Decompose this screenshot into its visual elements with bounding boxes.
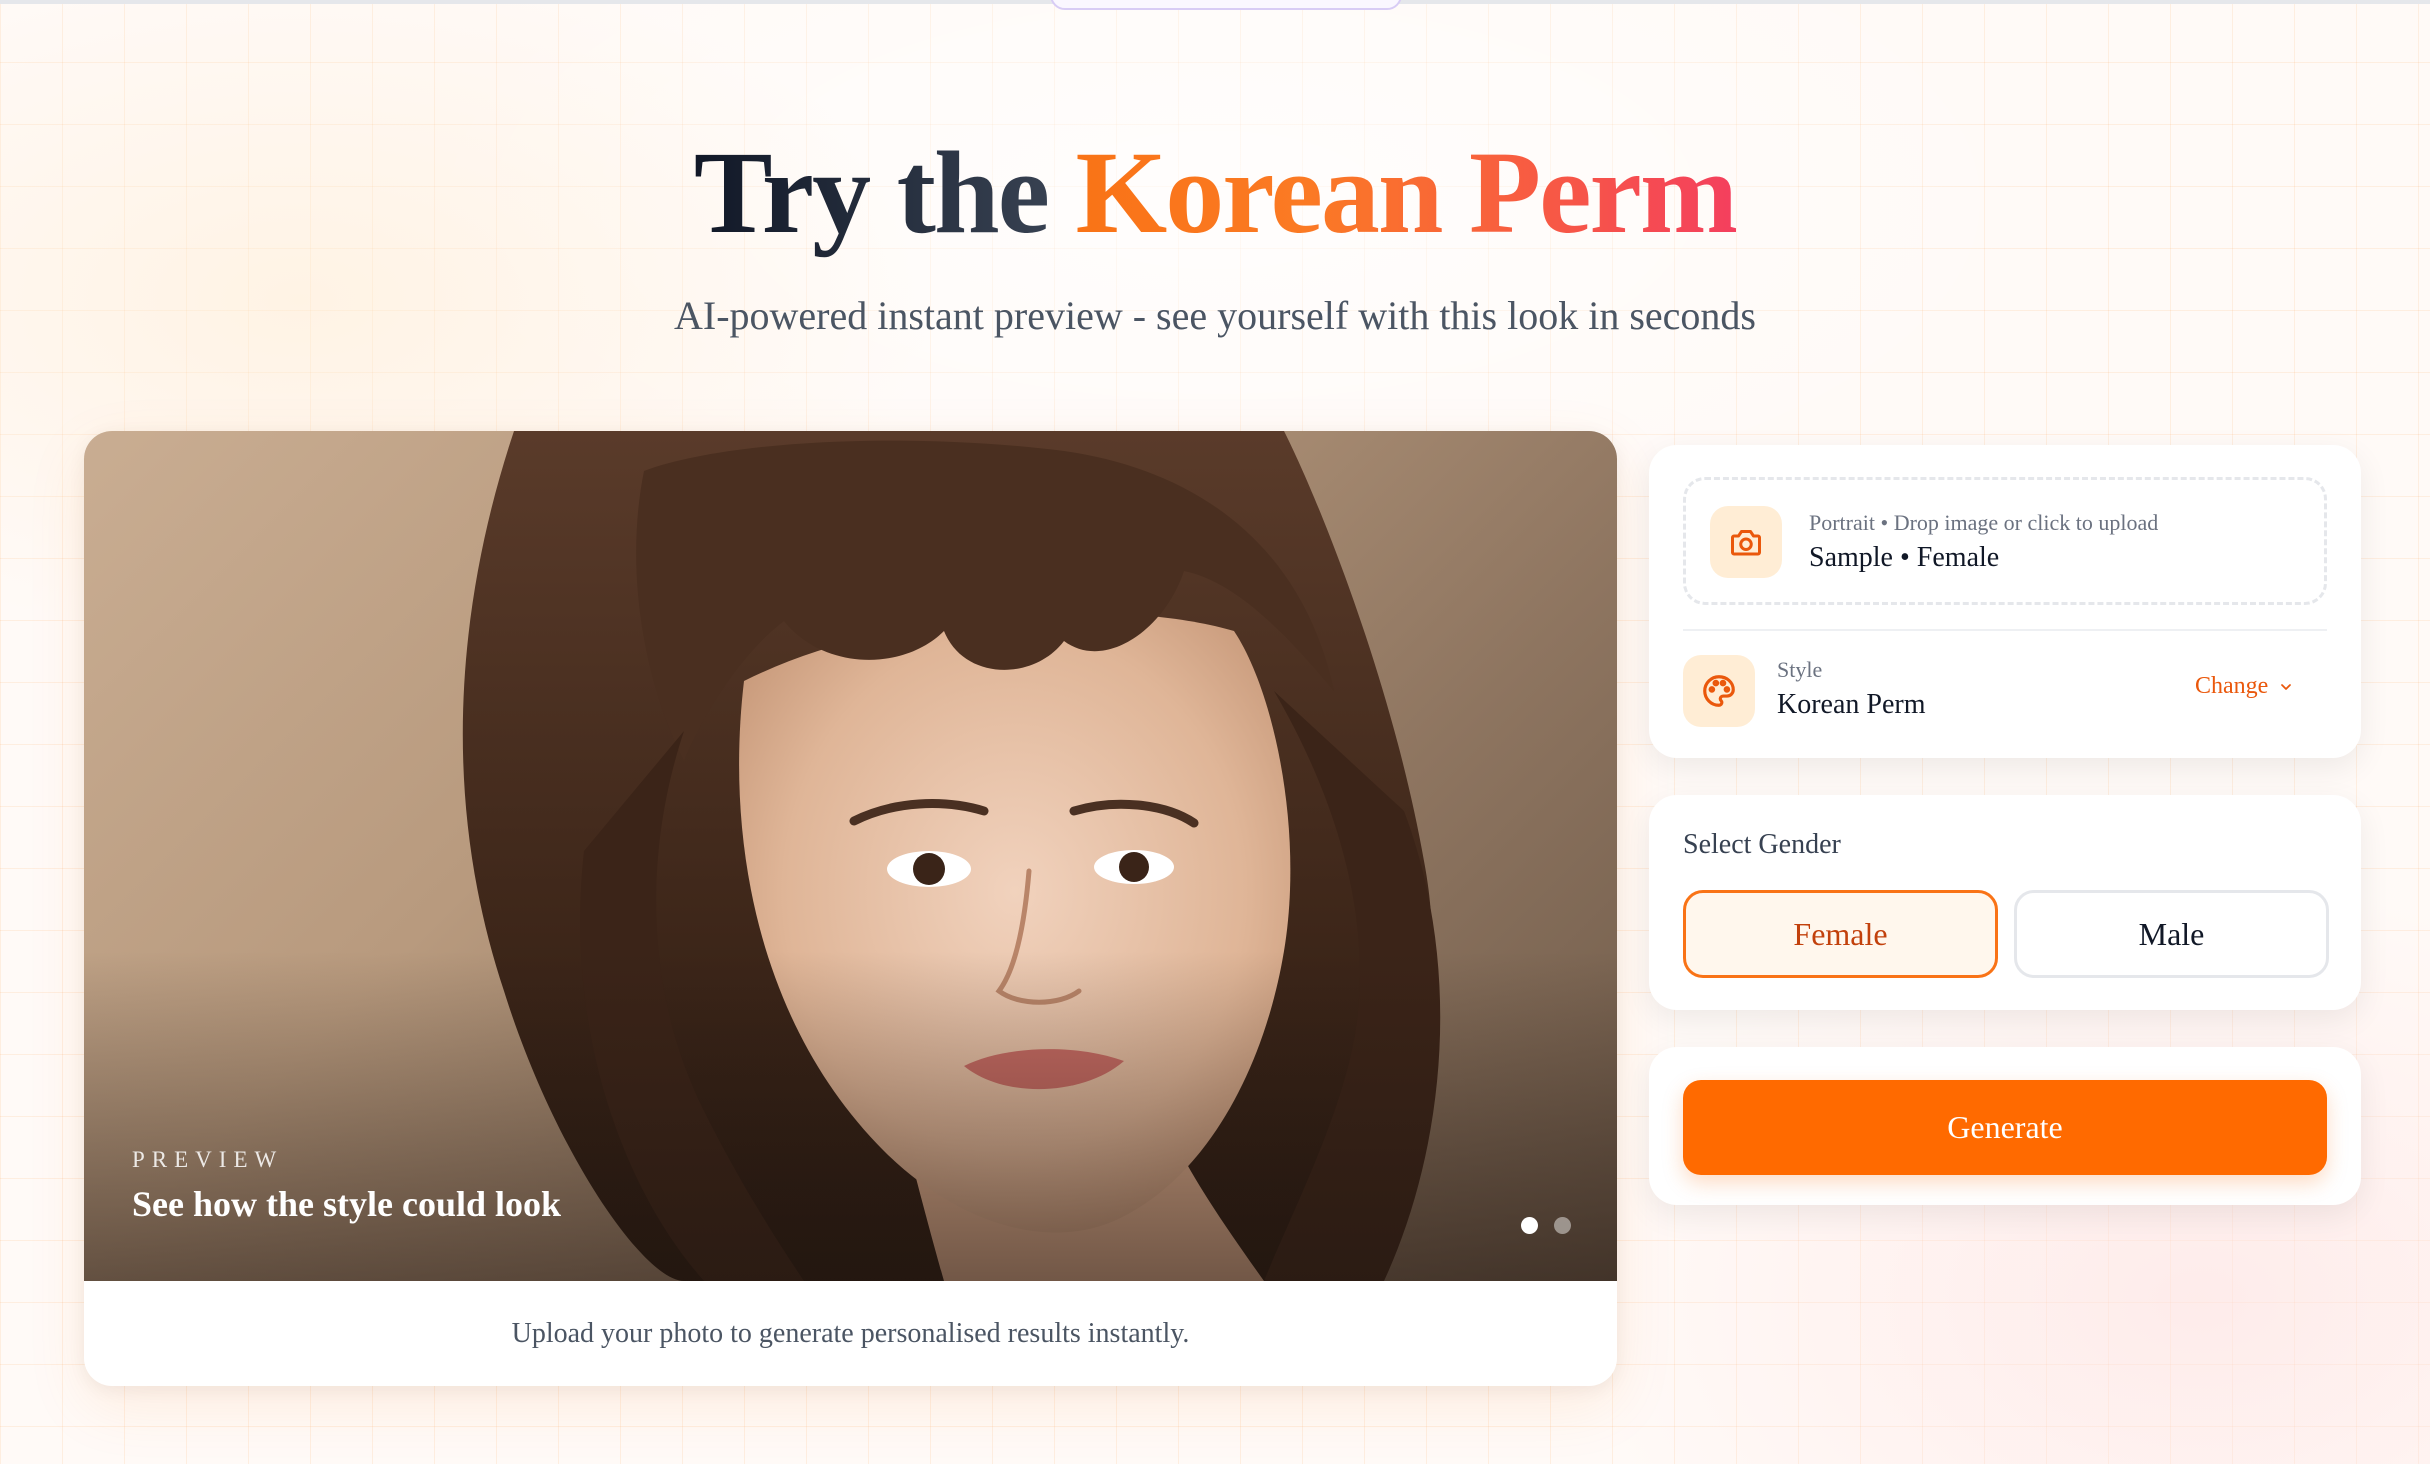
page-title: Try the Korean Perm <box>0 128 2430 258</box>
carousel-dot-2[interactable] <box>1554 1217 1571 1234</box>
preview-card: PREVIEW See how the style could look Upl… <box>84 431 1617 1386</box>
preview-image[interactable]: PREVIEW See how the style could look <box>84 431 1617 1281</box>
panel-divider <box>1683 629 2327 631</box>
gender-option-male[interactable]: Male <box>2014 890 2329 978</box>
upload-hint: Portrait • Drop image or click to upload <box>1809 510 2159 535</box>
chevron-down-icon <box>2281 683 2292 690</box>
top-nav-pill[interactable] <box>1050 0 1402 10</box>
title-style-name: Korean Perm <box>1075 127 1738 258</box>
carousel-dots <box>1521 1217 1571 1234</box>
style-label: Style <box>1777 657 1823 682</box>
gender-label: Select Gender <box>1683 829 1841 860</box>
upload-current-image: Sample • Female <box>1809 542 2000 573</box>
camera-icon <box>1710 506 1782 578</box>
gender-panel: Select Gender Female Male <box>1649 795 2361 1010</box>
image-overlay-gradient <box>84 951 1617 1281</box>
style-value: Korean Perm <box>1777 689 1926 720</box>
preview-eyebrow: PREVIEW <box>132 1147 284 1172</box>
preview-caption: Upload your photo to generate personalis… <box>511 1317 1190 1349</box>
preview-title: See how the style could look <box>132 1184 562 1224</box>
title-prefix: Try the <box>693 127 1050 258</box>
page-subtitle: AI-powered instant preview - see yoursel… <box>674 293 1756 338</box>
generate-button[interactable]: Generate <box>1683 1080 2327 1175</box>
upload-dropzone[interactable]: Portrait • Drop image or click to upload… <box>1683 477 2327 605</box>
upload-style-panel: Portrait • Drop image or click to upload… <box>1649 445 2361 758</box>
generate-panel: Generate <box>1649 1047 2361 1205</box>
change-style-button[interactable]: Change <box>2195 673 2294 700</box>
gender-option-female[interactable]: Female <box>1683 890 1998 978</box>
carousel-dot-1[interactable] <box>1521 1217 1538 1234</box>
change-style-label: Change <box>2195 673 2269 699</box>
palette-icon <box>1683 655 1755 727</box>
